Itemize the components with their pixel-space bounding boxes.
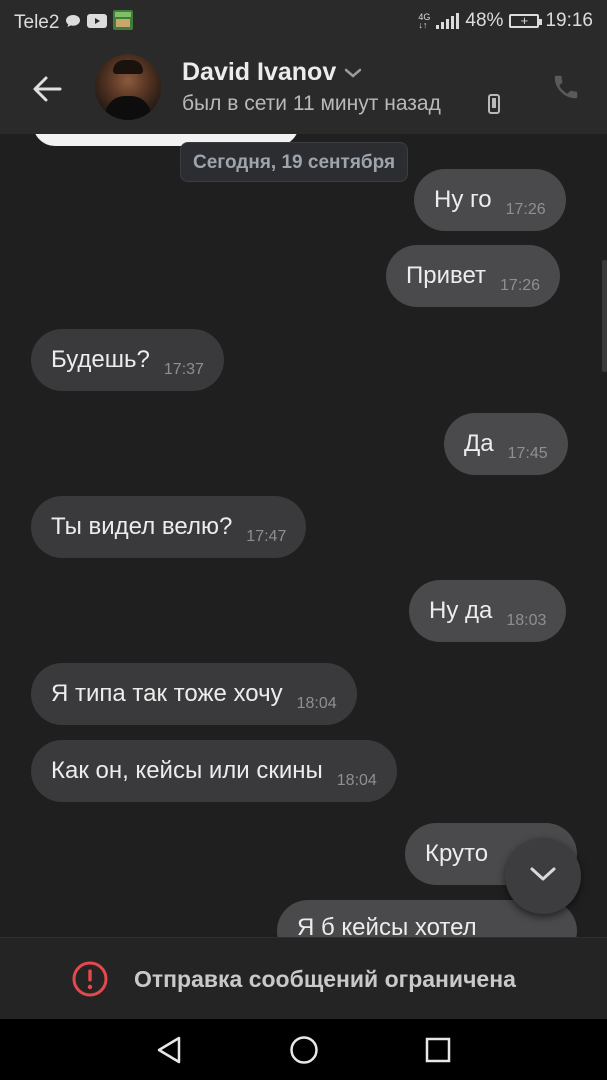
last-seen-status: был в сети 11 минут назад (182, 92, 441, 115)
message-time: 18:04 (336, 772, 377, 789)
restricted-message-text: Отправка сообщений ограничена (134, 966, 516, 992)
app-notification-icon (113, 10, 134, 36)
message-time: 17:45 (507, 445, 548, 462)
message-time: 17:47 (246, 528, 287, 545)
message-text: Ну го (434, 186, 492, 213)
message-text: Я б кейсы хотел (297, 914, 477, 937)
message-incoming[interactable]: Ты видел велю? 17:47 (31, 496, 307, 558)
mobile-device-icon (488, 94, 500, 119)
message-incoming[interactable]: Как он, кейсы или скины 18:04 (31, 740, 397, 802)
message-text: Да (464, 430, 494, 457)
message-outgoing[interactable]: Ну го 17:26 (414, 169, 566, 231)
call-phone-icon[interactable] (551, 72, 581, 107)
battery-percent: 48% (465, 10, 504, 31)
messaging-restricted-bar: Отправка сообщений ограничена (0, 937, 607, 1020)
system-navigation-bar (0, 1019, 607, 1080)
avatar[interactable] (95, 54, 161, 120)
youtube-icon (87, 12, 108, 34)
message-incoming[interactable]: Будешь? 17:37 (31, 329, 224, 391)
status-bar: Tele2 4G ↓↑ 48% + 19:16 (0, 0, 607, 42)
date-separator: Сегодня, 19 сентября (180, 142, 409, 182)
message-outgoing[interactable]: Ну да 18:03 (409, 580, 567, 642)
message-text: Круто (425, 840, 489, 867)
message-list[interactable]: Сегодня, 19 сентября Ну го 17:26 Привет … (0, 134, 607, 937)
nav-recents-icon[interactable] (425, 1037, 451, 1068)
nav-home-icon[interactable] (289, 1035, 319, 1070)
chat-bubble-icon (65, 12, 81, 34)
battery-charging-icon: + (509, 14, 543, 28)
message-time: 17:26 (500, 277, 541, 294)
scrollbar[interactable] (602, 260, 607, 372)
clock: 19:16 (545, 10, 593, 31)
message-text: Ты видел велю? (51, 513, 233, 540)
chat-header: David Ivanov был в сети 11 минут назад (0, 42, 607, 134)
network-type-icon: 4G ↓↑ (418, 12, 431, 30)
message-time: 17:26 (505, 201, 546, 218)
status-bar-right: 4G ↓↑ 48% + 19:16 (418, 10, 593, 32)
message-text: Как он, кейсы или скины (51, 757, 323, 784)
chevron-down-icon[interactable] (344, 66, 362, 84)
signal-strength-icon (436, 13, 460, 29)
message-outgoing[interactable]: Да 17:45 (444, 413, 568, 475)
message-time: 17:37 (163, 361, 204, 378)
message-time: 18:03 (506, 612, 547, 629)
scroll-to-bottom-button[interactable] (505, 838, 581, 914)
message-text: Привет (406, 262, 487, 289)
nav-back-icon[interactable] (155, 1035, 183, 1070)
message-text: Будешь? (51, 346, 150, 373)
message-text: Ну да (429, 597, 493, 624)
contact-name[interactable]: David Ivanov (182, 58, 336, 87)
message-incoming[interactable]: Я типа так тоже хочу 18:04 (31, 663, 357, 725)
warning-icon (72, 961, 108, 1002)
carrier-name: Tele2 (14, 12, 60, 33)
chevron-down-icon (529, 865, 557, 888)
message-outgoing[interactable]: Привет 17:26 (386, 245, 561, 307)
message-time: 18:04 (296, 695, 337, 712)
message-text: Я типа так тоже хочу (51, 680, 283, 707)
back-arrow-icon[interactable] (30, 72, 64, 106)
status-bar-left: Tele2 (14, 10, 134, 36)
